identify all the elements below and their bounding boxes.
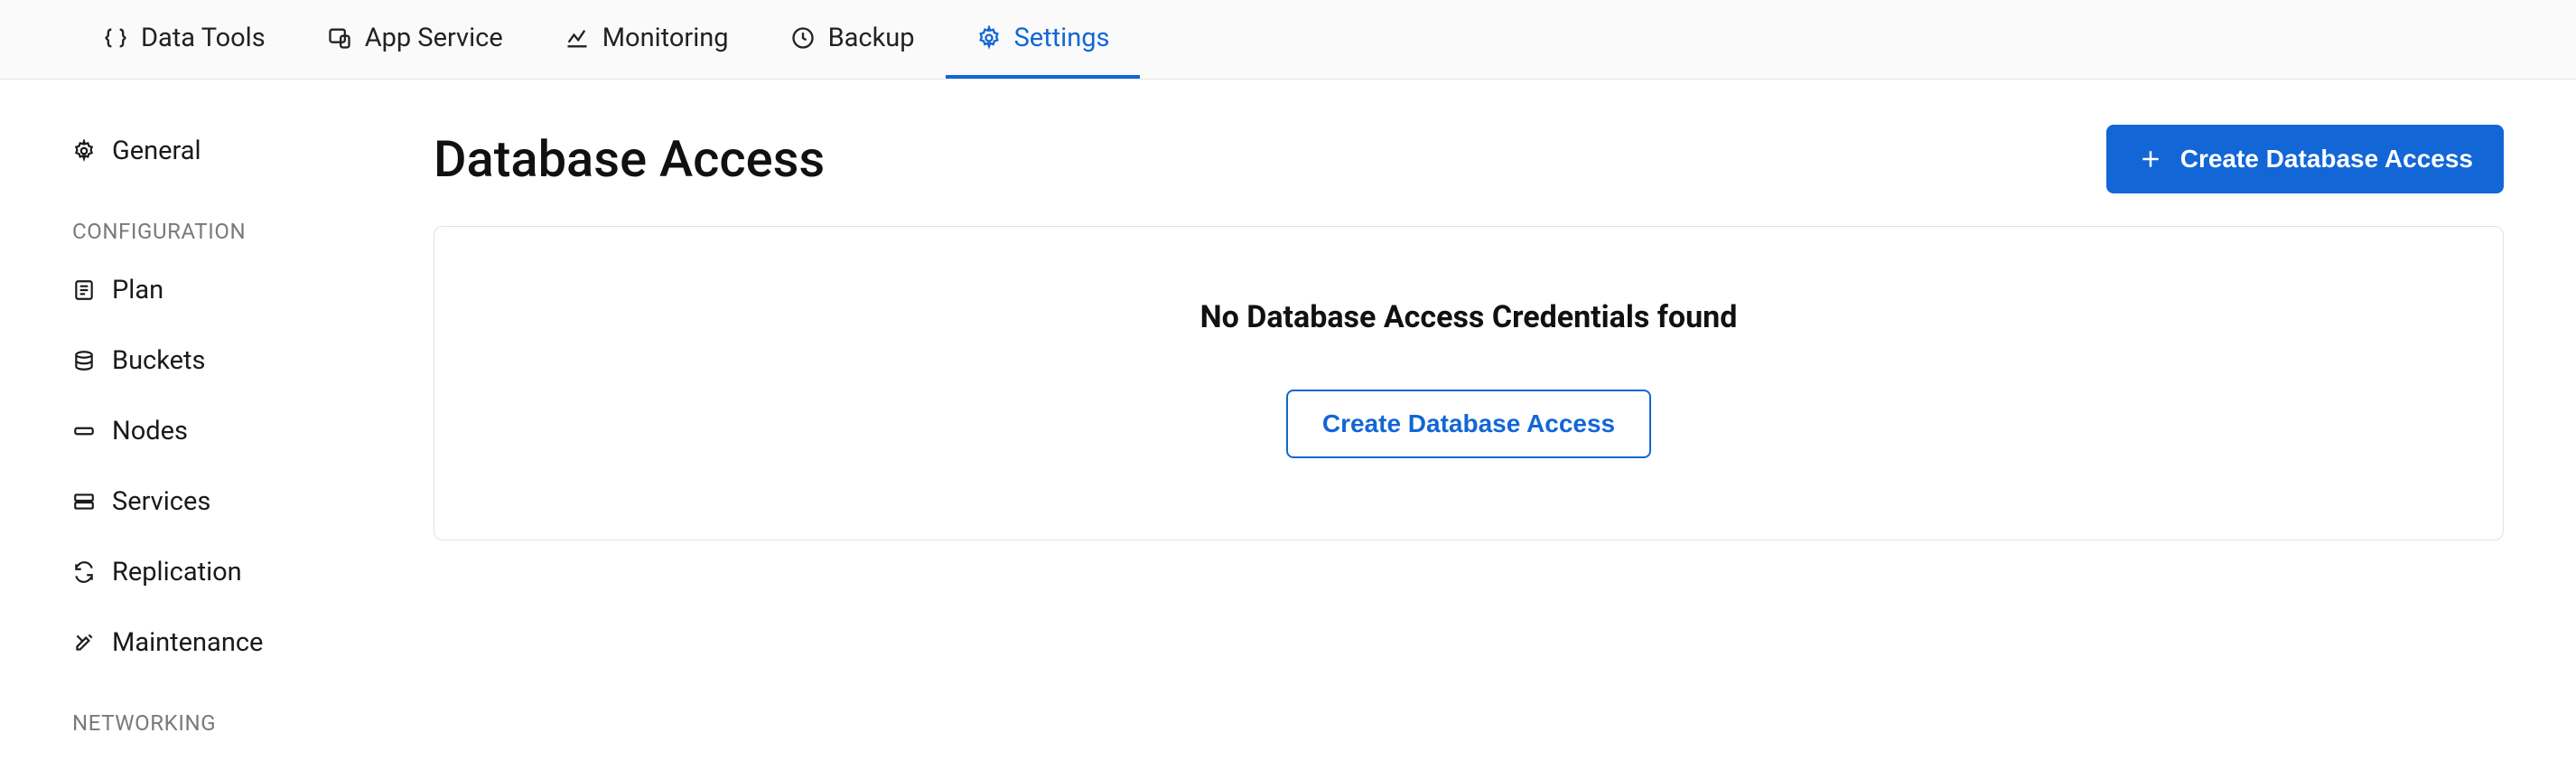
nodes-icon [72,419,96,443]
refresh-icon [72,560,96,584]
braces-icon [103,25,128,51]
page-title: Database Access [434,129,825,189]
sidebar-item-label: Plan [112,275,163,305]
tab-backup[interactable]: Backup [760,0,946,79]
tab-label: Monitoring [602,23,729,53]
tab-app-service[interactable]: App Service [296,0,534,79]
empty-state-panel: No Database Access Credentials found Cre… [434,226,2504,540]
sidebar-item-maintenance[interactable]: Maintenance [72,607,406,678]
create-database-access-button-secondary[interactable]: Create Database Access [1286,390,1651,458]
tab-settings[interactable]: Settings [946,0,1141,79]
plan-icon [72,278,96,302]
content: Database Access Create Database Access N… [434,116,2576,747]
tab-label: Settings [1014,23,1110,53]
content-header: Database Access Create Database Access [434,116,2504,226]
top-nav: Data Tools App Service Monitoring Backup… [0,0,2576,80]
plus-icon [2137,146,2164,173]
tab-label: App Service [365,23,503,53]
sidebar-item-label: Maintenance [112,627,263,658]
sidebar-item-label: Replication [112,557,242,587]
empty-state-title: No Database Access Credentials found [1200,299,1738,335]
tab-label: Backup [828,23,915,53]
sidebar-item-label: Nodes [112,416,188,446]
chart-icon [565,25,590,51]
sidebar-item-label: Services [112,486,210,517]
sidebar-group-networking: Networking [72,678,406,747]
tab-label: Data Tools [141,23,266,53]
sidebar-item-label: Buckets [112,345,205,376]
database-icon [72,349,96,372]
button-label: Create Database Access [2180,145,2473,174]
services-icon [72,490,96,513]
clock-icon [790,25,816,51]
device-icon [327,25,352,51]
sidebar-item-buckets[interactable]: Buckets [72,325,406,396]
gear-icon [976,25,1002,51]
sidebar-item-plan[interactable]: Plan [72,255,406,325]
tools-icon [72,631,96,654]
sidebar-item-label: General [112,136,201,166]
tab-data-tools[interactable]: Data Tools [72,0,296,79]
sidebar-group-configuration: Configuration [72,186,406,255]
sidebar-item-replication[interactable]: Replication [72,537,406,607]
sidebar-item-nodes[interactable]: Nodes [72,396,406,466]
create-database-access-button[interactable]: Create Database Access [2106,125,2504,193]
sidebar-item-general[interactable]: General [72,116,406,186]
gear-icon [72,139,96,163]
tab-monitoring[interactable]: Monitoring [534,0,760,79]
sidebar-item-services[interactable]: Services [72,466,406,537]
main-layout: General Configuration Plan Buckets Nodes [0,80,2576,747]
sidebar: General Configuration Plan Buckets Nodes [0,116,434,747]
